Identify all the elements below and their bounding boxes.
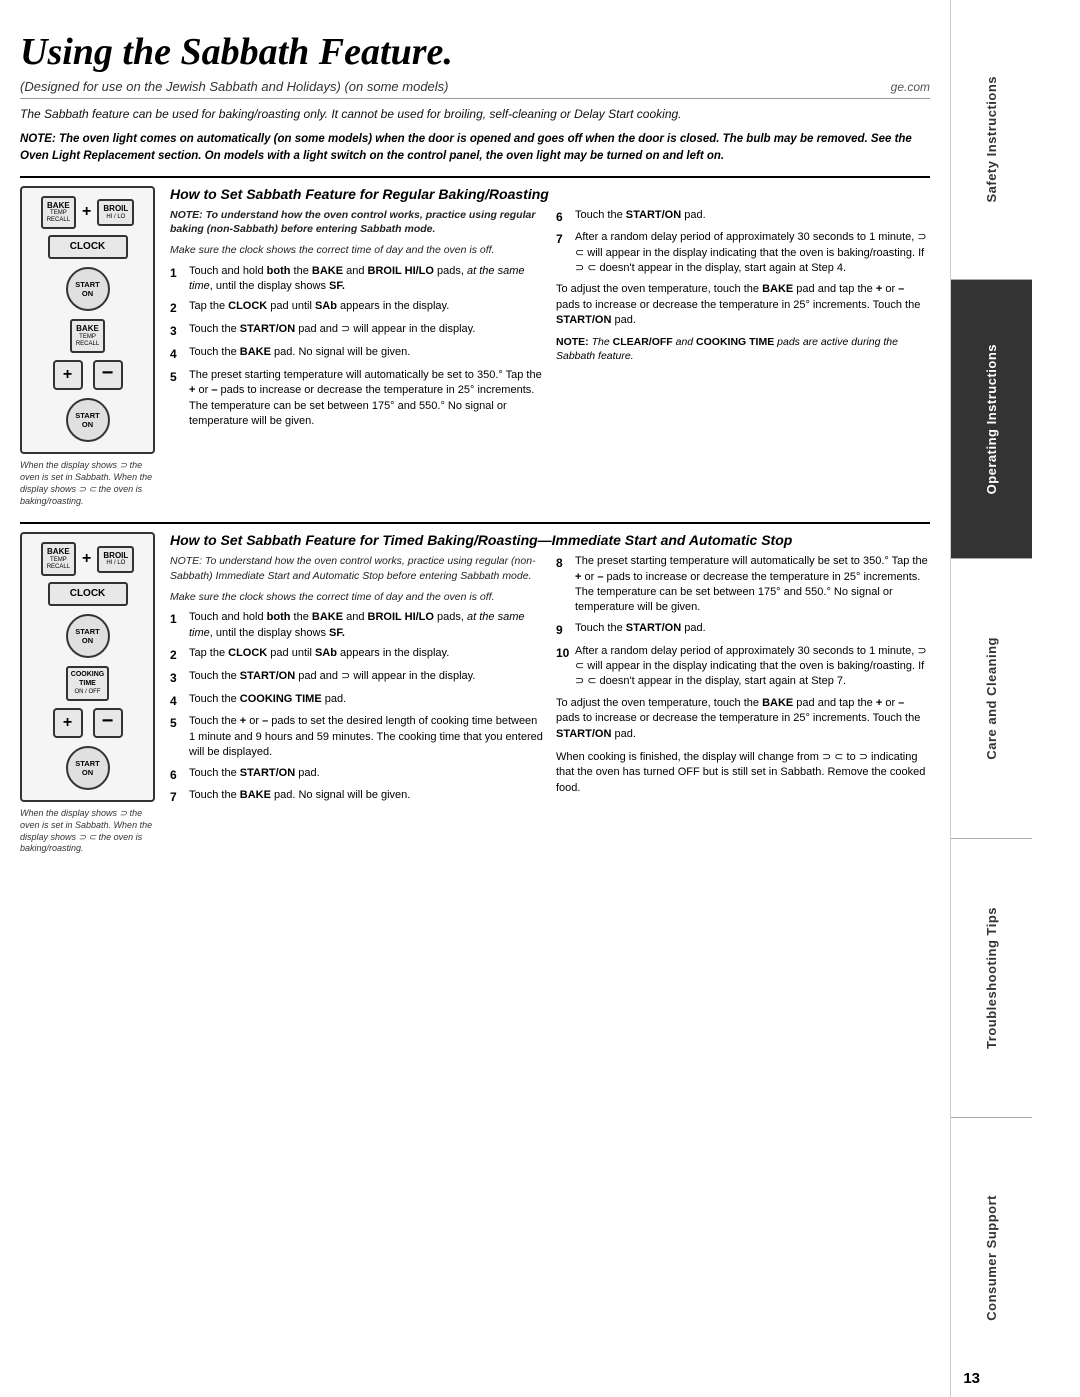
right-sidebar: Safety Instructions Operating Instructio… — [950, 0, 1032, 1397]
sidebar-operating-label: Operating Instructions — [984, 344, 999, 494]
plus-icon-1: + — [82, 203, 91, 221]
section1-note-clock: Make sure the clock shows the correct ti… — [170, 243, 544, 258]
step-1-2: 2 Tap the CLOCK pad until SAb appears in… — [170, 299, 544, 317]
step-1-1: 1 Touch and hold both the BAKE and BROIL… — [170, 264, 544, 295]
sidebar-troubleshooting-label: Troubleshooting Tips — [984, 907, 999, 1049]
diagram2: BAKE TEMPRECALL + BROIL HI / LO CLOCK — [20, 532, 155, 802]
section1-steps-right: 6 Touch the START/ON pad. 7 After a rand… — [556, 208, 930, 435]
section2-adjust: To adjust the oven temperature, touch th… — [556, 696, 930, 742]
step-1-4: 4 Touch the BAKE pad. No signal will be … — [170, 345, 544, 363]
step-1-7: 7 After a random delay period of approxi… — [556, 230, 930, 276]
section1-instructions: How to Set Sabbath Feature for Regular B… — [170, 186, 930, 508]
section2-finish: When cooking is finished, the display wi… — [556, 750, 930, 796]
sidebar-consumer-label: Consumer Support — [984, 1195, 999, 1321]
bake-btn-1: BAKE TEMPRECALL — [41, 196, 76, 230]
ge-com: ge.com — [891, 80, 930, 94]
step-2-4: 4 Touch the COOKING TIME pad. — [170, 692, 544, 710]
section2-title: How to Set Sabbath Feature for Timed Bak… — [170, 532, 930, 548]
diagram1-caption: When the display shows ⊃ the oven is set… — [20, 460, 155, 507]
start-btn-d2-1: START ON — [66, 614, 110, 658]
diagram1-col: BAKE TEMPRECALL + BROIL HI / LO CLOCK — [20, 186, 155, 508]
step-2-6: 6 Touch the START/ON pad. — [170, 766, 544, 784]
broil-btn-d2: BROIL HI / LO — [97, 546, 134, 573]
step-2-9: 9 Touch the START/ON pad. — [556, 621, 930, 639]
intro-text: The Sabbath feature can be used for baki… — [20, 105, 930, 123]
minus-arrow-1: − — [93, 360, 123, 390]
section1-adjust: To adjust the oven temperature, touch th… — [556, 282, 930, 328]
section1-note-bottom: NOTE: The CLEAR/OFF and COOKING TIME pad… — [556, 335, 930, 364]
step-2-10: 10 After a random delay period of approx… — [556, 644, 930, 690]
step-1-3: 3 Touch the START/ON pad and ⊃ will appe… — [170, 322, 544, 340]
page-subtitle: (Designed for use on the Jewish Sabbath … — [20, 79, 449, 94]
bake-btn-d2-1: BAKE TEMPRECALL — [41, 542, 76, 576]
plus-arrow-2: + — [53, 708, 83, 738]
step-2-2: 2 Tap the CLOCK pad until SAb appears in… — [170, 646, 544, 664]
sidebar-troubleshooting: Troubleshooting Tips — [951, 839, 1032, 1119]
cooking-time-btn: COOKINGTIMEON / OFF — [66, 666, 109, 701]
section2-note-clock: Make sure the clock shows the correct ti… — [170, 590, 544, 605]
step-2-5: 5 Touch the + or – pads to set the desir… — [170, 714, 544, 760]
step-1-5: 5 The preset starting temperature will a… — [170, 368, 544, 430]
page-number: 13 — [963, 1370, 980, 1387]
sidebar-operating: Operating Instructions — [951, 280, 1032, 560]
plus-icon-2: + — [82, 550, 91, 568]
sidebar-safety-label: Safety Instructions — [984, 76, 999, 203]
sidebar-safety: Safety Instructions — [951, 0, 1032, 280]
section2-steps-right: 8 The preset starting temperature will a… — [556, 554, 930, 811]
sidebar-care: Care and Cleaning — [951, 559, 1032, 839]
step-2-1: 1 Touch and hold both the BAKE and BROIL… — [170, 610, 544, 641]
clock-btn-2: CLOCK — [48, 582, 128, 606]
step-2-8: 8 The preset starting temperature will a… — [556, 554, 930, 616]
step-1-6: 6 Touch the START/ON pad. — [556, 208, 930, 226]
diagram1: BAKE TEMPRECALL + BROIL HI / LO CLOCK — [20, 186, 155, 455]
sidebar-care-label: Care and Cleaning — [984, 637, 999, 760]
diagram2-col: BAKE TEMPRECALL + BROIL HI / LO CLOCK — [20, 532, 155, 855]
start-btn-d2-2: START ON — [66, 746, 110, 790]
bake-btn-2: BAKE TEMPRECALL — [70, 319, 105, 353]
plus-arrow-1: + — [53, 360, 83, 390]
section1-note-intro: NOTE: To understand how the oven control… — [170, 208, 544, 237]
start-btn-2: START ON — [66, 398, 110, 442]
broil-btn-1: BROIL HI / LO — [97, 199, 134, 226]
section2-steps-left: NOTE: To understand how the oven control… — [170, 554, 544, 811]
section1-title: How to Set Sabbath Feature for Regular B… — [170, 186, 930, 202]
step-2-3: 3 Touch the START/ON pad and ⊃ will appe… — [170, 669, 544, 687]
sidebar-consumer: Consumer Support — [951, 1118, 1032, 1397]
minus-arrow-2: − — [93, 708, 123, 738]
page-title: Using the Sabbath Feature. — [20, 30, 930, 74]
section1-steps-left: NOTE: To understand how the oven control… — [170, 208, 544, 435]
step-2-7: 7 Touch the BAKE pad. No signal will be … — [170, 788, 544, 806]
start-btn-1: START ON — [66, 267, 110, 311]
note-text: NOTE: The oven light comes on automatica… — [20, 131, 930, 166]
clock-btn-1: CLOCK — [48, 235, 128, 259]
section2-instructions: How to Set Sabbath Feature for Timed Bak… — [170, 532, 930, 855]
section2: BAKE TEMPRECALL + BROIL HI / LO CLOCK — [20, 522, 930, 855]
section2-note-intro: NOTE: To understand how the oven control… — [170, 554, 544, 583]
section1: BAKE TEMPRECALL + BROIL HI / LO CLOCK — [20, 176, 930, 508]
diagram2-caption: When the display shows ⊃ the oven is set… — [20, 808, 155, 855]
